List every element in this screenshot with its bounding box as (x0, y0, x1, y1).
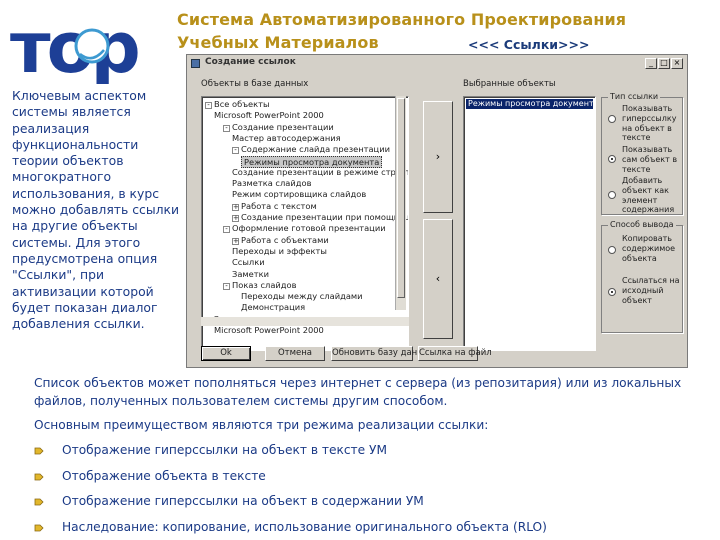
close-button[interactable]: × (671, 58, 683, 69)
update-database-button[interactable]: Обновить базу данных (331, 346, 435, 361)
option-hyperlink-label: Показывать гиперссылку на объект в текст… (622, 104, 677, 143)
tree-item[interactable]: - Все объекты (205, 99, 270, 109)
remove-object-button[interactable]: ‹ (423, 219, 453, 339)
selected-objects-label: Выбранные объекты (463, 79, 556, 89)
logo-text: тор (10, 7, 138, 84)
tree-item[interactable]: - Оформление готовой презентации (223, 223, 386, 234)
tree-item-label: Демонстрация (241, 302, 306, 313)
option-reference-label: Ссылаться на исходный объект (622, 276, 680, 305)
bullet-text: Отображение гиперссылки на объект в текс… (62, 443, 387, 457)
collapse-icon[interactable]: - (232, 147, 239, 155)
tree-item[interactable]: Переходы между слайдами (241, 291, 363, 301)
tree-item-label: Заметки (232, 268, 270, 279)
tree-item[interactable]: Переходы и эффекты (232, 246, 327, 256)
selected-list-item[interactable]: Режимы просмотра документа (466, 99, 593, 109)
tree-item[interactable]: - Показ слайдов (223, 280, 297, 290)
radio-output-copy[interactable] (608, 246, 616, 254)
tree-item-label: Разметка слайдов (232, 178, 312, 189)
tree-item[interactable]: Microsoft PowerPoint 2000 (214, 110, 324, 120)
link-type-group: Тип ссылки Показывать гиперссылку на объ… (601, 92, 683, 215)
tree-scrollbar-thumb[interactable] (397, 98, 405, 298)
collapse-icon[interactable]: - (223, 282, 230, 290)
tree-item-label: Оформление готовой презентации (232, 223, 386, 234)
dialog-titlebar[interactable]: Создание ссылок _ □ × (189, 57, 685, 70)
tree-item[interactable]: + Работа с текстом (232, 201, 317, 211)
minimize-button[interactable]: _ (645, 58, 657, 69)
tree-item[interactable]: Разметка слайдов (232, 178, 311, 188)
radio-link-type-object[interactable] (608, 155, 616, 163)
links-heading[interactable]: <<< Ссылки>>> (468, 37, 589, 52)
ok-button[interactable]: Ok (201, 346, 251, 361)
dialog-app-icon (191, 59, 200, 68)
tree-horizontal-scrollbar[interactable] (201, 317, 409, 326)
radio-output-reference[interactable] (608, 288, 616, 296)
tree-item-label: Microsoft PowerPoint 2000 (214, 325, 324, 335)
output-mode-group: Способ вывода Копировать содержимое объе… (601, 220, 683, 333)
page-title-line2: Учебных Материалов (177, 33, 379, 52)
collapse-icon[interactable]: - (223, 226, 230, 234)
tree-item[interactable]: Режим сортировщика слайдов (232, 189, 366, 199)
collapse-icon[interactable]: - (205, 102, 212, 109)
add-object-button[interactable]: › (423, 101, 453, 213)
bullet-icon (34, 524, 44, 532)
tree-item[interactable]: Создание презентации в режиме структуры (232, 166, 409, 177)
expand-icon[interactable]: + (232, 203, 239, 211)
tree-item[interactable]: Ссылки (232, 257, 265, 267)
option-copy-label: Копировать содержимое объекта (622, 234, 676, 263)
tree-item-label: Мастер автосодержания (232, 132, 341, 143)
objects-tree[interactable]: - Все объекты Microsoft PowerPoint 2000- Со… (201, 96, 409, 351)
selected-objects-list[interactable]: Режимы просмотра документа (463, 96, 596, 351)
bullet-icon (34, 473, 44, 481)
bullet-icon (34, 498, 44, 506)
create-links-dialog: Создание ссылок _ □ × Объекты в базе дан… (186, 54, 688, 368)
collapse-icon[interactable]: - (223, 124, 230, 132)
option-object-label: Показывать сам объект в тексте (622, 145, 678, 174)
bullet-text: Отображение гиперссылки на объект в соде… (62, 494, 424, 508)
intro-paragraph: Ключевым аспектом системы является реали… (12, 88, 180, 332)
tree-item-selected[interactable]: Режимы просмотра документа (241, 155, 383, 168)
radio-link-type-contents[interactable] (608, 191, 616, 199)
bullet-icon (34, 447, 44, 455)
cancel-button[interactable]: Отмена (265, 346, 325, 361)
bullet-text: Наследование: копирование, использование… (62, 520, 547, 534)
tree-item-label: Ссылки (232, 257, 265, 268)
page-title-line1: Система Автоматизированного Проектирован… (177, 10, 627, 29)
tree-item-label: Переходы между слайдами (241, 291, 363, 302)
expand-icon[interactable]: + (232, 215, 239, 222)
tree-item-label: Создание презентации при помощи шаблона (241, 212, 408, 222)
tree-item[interactable]: Microsoft PowerPoint 2000 (214, 325, 324, 335)
radio-link-type-hyperlink[interactable] (608, 115, 616, 123)
option-contents-label: Добавить объект как элемент содержания (622, 176, 675, 215)
maximize-button[interactable]: □ (658, 58, 670, 69)
tree-item-label: Все объекты (214, 99, 270, 109)
tree-item-label: Работа с объектами (241, 234, 329, 245)
tree-item[interactable]: - Создание презентации (223, 122, 334, 132)
description-paragraph: Список объектов может пополняться через … (34, 376, 682, 408)
tree-item-label: Создание презентации в режиме структуры (232, 166, 409, 177)
tree-item-label: Переходы и эффекты (232, 245, 327, 256)
tree-item-label: Microsoft PowerPoint 2000 (214, 110, 324, 121)
output-mode-group-title: Способ вывода (608, 220, 676, 229)
tree-item-label: Работа с текстом (241, 200, 317, 211)
dialog-title: Создание ссылок (205, 57, 296, 67)
logo: тор (10, 7, 142, 84)
advantages-intro: Основным преимуществом являются три режи… (34, 418, 489, 432)
expand-icon[interactable]: + (232, 237, 239, 245)
tree-item[interactable]: Демонстрация (241, 302, 305, 312)
bullet-text: Отображение объекта в тексте (62, 469, 266, 483)
tree-item[interactable]: Заметки (232, 269, 269, 279)
tree-item[interactable]: - Содержание слайда презентации (232, 144, 390, 155)
tree-item-label: Режимы просмотра документа (244, 156, 380, 167)
tree-item-label: Показ слайдов (232, 279, 297, 290)
tree-item-label: Создание презентации (232, 121, 334, 132)
tree-scrollbar[interactable] (395, 96, 406, 310)
tree-item[interactable]: + Работа с объектами (232, 235, 329, 245)
tree-item[interactable]: +Создание презентации при помощи шаблона (232, 212, 408, 222)
link-type-group-title: Тип ссылки (608, 92, 661, 101)
tree-item[interactable]: Мастер автосодержания (232, 133, 341, 143)
objects-label: Объекты в базе данных (201, 79, 309, 89)
tree-item-label: Режим сортировщика слайдов (232, 189, 367, 200)
tree-item-label: Содержание слайда презентации (241, 144, 390, 155)
link-to-file-button[interactable]: Ссылка на файл (418, 346, 492, 361)
